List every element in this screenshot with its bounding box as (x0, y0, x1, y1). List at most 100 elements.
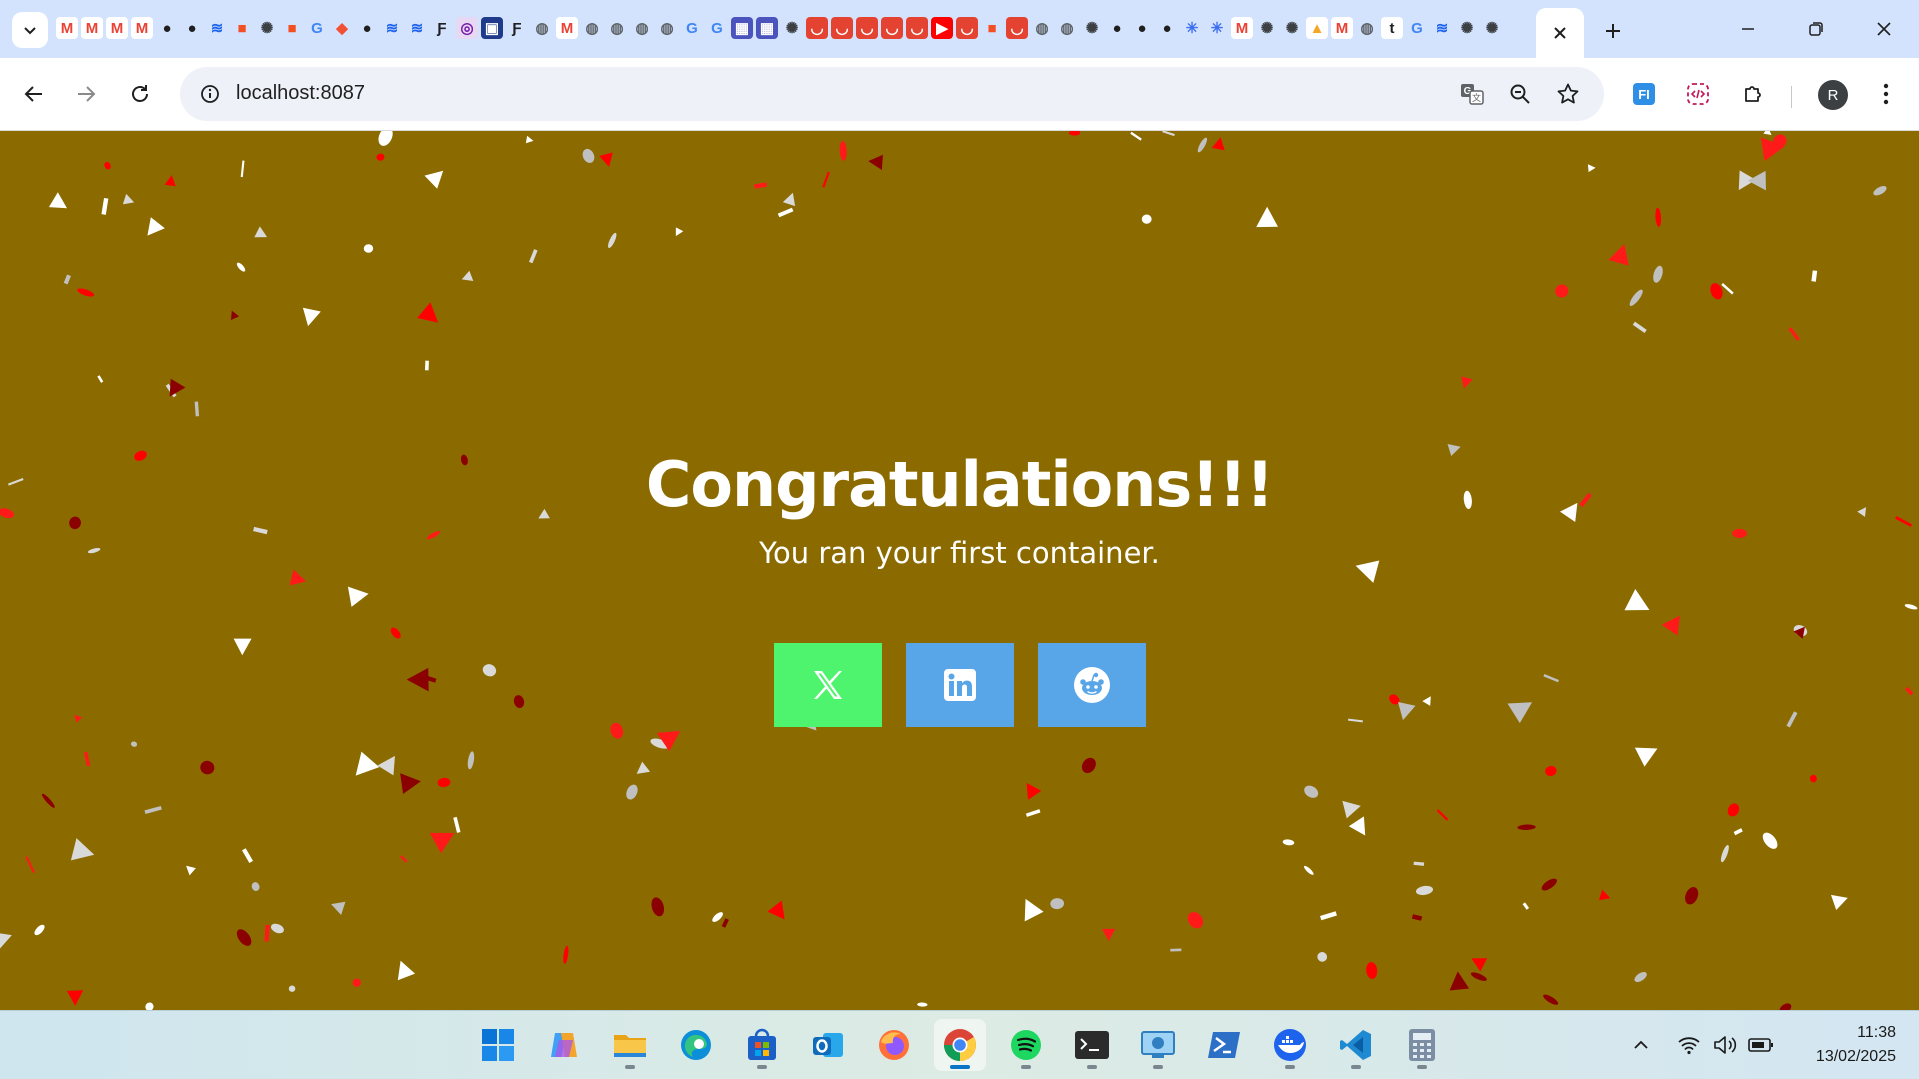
gmail-favicon-icon[interactable]: M (106, 17, 128, 39)
google-favicon-icon[interactable]: G (681, 17, 703, 39)
gmail-favicon-icon[interactable]: M (56, 17, 78, 39)
spotify-app[interactable] (1000, 1019, 1052, 1071)
docker-favicon-icon[interactable]: ≋ (1431, 17, 1453, 39)
browser-menu-button[interactable] (1866, 74, 1906, 114)
gmail-favicon-icon[interactable]: M (131, 17, 153, 39)
docker-favicon-icon[interactable]: ≋ (381, 17, 403, 39)
start-button[interactable] (472, 1019, 524, 1071)
github-favicon-icon[interactable]: ● (1106, 17, 1128, 39)
back-button[interactable] (12, 72, 56, 116)
file-explorer-app[interactable] (604, 1019, 656, 1071)
address-bar[interactable]: localhost:8087 G文 (180, 67, 1604, 121)
github-favicon-icon[interactable]: ● (1156, 17, 1178, 39)
restore-button[interactable] (1786, 8, 1846, 50)
openai-favicon-icon[interactable]: ✺ (256, 17, 278, 39)
openai-favicon-icon[interactable]: ✺ (1256, 17, 1278, 39)
photo-favicon-icon[interactable]: ▲ (1306, 17, 1328, 39)
todoist-favicon-icon[interactable]: ◡ (806, 17, 828, 39)
share-reddit-button[interactable] (1038, 643, 1146, 727)
todoist-favicon-icon[interactable]: ◡ (831, 17, 853, 39)
share-x-button[interactable] (774, 643, 882, 727)
profile-avatar[interactable]: R (1818, 80, 1848, 110)
tumblr-favicon-icon[interactable]: t (1381, 17, 1403, 39)
github-favicon-icon[interactable]: ● (1131, 17, 1153, 39)
globe-favicon-icon[interactable]: ◍ (606, 17, 628, 39)
todoist-favicon-icon[interactable]: ◡ (856, 17, 878, 39)
site-info-button[interactable] (192, 76, 228, 112)
openai-favicon-icon[interactable]: ✺ (1281, 17, 1303, 39)
microsoft-favicon-icon[interactable]: ■ (981, 17, 1003, 39)
openai-favicon-icon[interactable]: ✺ (1481, 17, 1503, 39)
todoist-favicon-icon[interactable]: ◡ (956, 17, 978, 39)
remote-desktop-app[interactable] (1132, 1019, 1184, 1071)
fandom-favicon-icon[interactable]: Ƒ (506, 17, 528, 39)
window-close-button[interactable] (1854, 8, 1914, 50)
forward-button[interactable] (64, 72, 108, 116)
bookmark-star-button[interactable] (1548, 74, 1588, 114)
todoist-favicon-icon[interactable]: ◡ (881, 17, 903, 39)
powershell-app[interactable] (1198, 1019, 1250, 1071)
docker-favicon-icon[interactable]: ≋ (406, 17, 428, 39)
docker-desktop-app[interactable] (1264, 1019, 1316, 1071)
globe-favicon-icon[interactable]: ◍ (581, 17, 603, 39)
active-tab[interactable] (1536, 8, 1584, 58)
spark-favicon-icon[interactable]: ✳ (1206, 17, 1228, 39)
todoist-favicon-icon[interactable]: ◡ (1006, 17, 1028, 39)
google-favicon-icon[interactable]: G (306, 17, 328, 39)
gmail-favicon-icon[interactable]: M (1231, 17, 1253, 39)
docker-favicon-icon[interactable]: ≋ (206, 17, 228, 39)
globe-favicon-icon[interactable]: ◍ (656, 17, 678, 39)
edge-app[interactable] (670, 1019, 722, 1071)
firefox-app[interactable] (868, 1019, 920, 1071)
url-text[interactable]: localhost:8087 (236, 82, 365, 105)
show-hidden-icons-button[interactable] (1626, 1029, 1656, 1061)
teams-favicon-icon[interactable]: ▦ (756, 17, 778, 39)
openai-favicon-icon[interactable]: ✺ (1081, 17, 1103, 39)
clock[interactable]: 11:38 13/02/2025 (1786, 1021, 1896, 1069)
extension-code-button[interactable] (1678, 74, 1718, 114)
close-icon[interactable] (1553, 26, 1567, 40)
zoom-button[interactable] (1500, 74, 1540, 114)
globe-favicon-icon[interactable]: ◍ (1056, 17, 1078, 39)
globe-favicon-icon[interactable]: ◍ (1356, 17, 1378, 39)
minimize-button[interactable] (1718, 8, 1778, 50)
extensions-button[interactable] (1734, 74, 1774, 114)
gmail-favicon-icon[interactable]: M (81, 17, 103, 39)
github-favicon-icon[interactable]: ● (156, 17, 178, 39)
extension-fi-button[interactable]: FI (1624, 74, 1664, 114)
volume-status[interactable] (1708, 1029, 1742, 1061)
wifi-status[interactable] (1672, 1029, 1706, 1061)
terminal-app[interactable] (1066, 1019, 1118, 1071)
todoist-favicon-icon[interactable]: ◡ (906, 17, 928, 39)
translate-button[interactable]: G文 (1452, 74, 1492, 114)
openai-favicon-icon[interactable]: ✺ (781, 17, 803, 39)
google-favicon-icon[interactable]: G (1406, 17, 1428, 39)
google-favicon-icon[interactable]: G (706, 17, 728, 39)
copilot-app[interactable] (538, 1019, 590, 1071)
wordmark-favicon-icon[interactable]: ▣ (481, 17, 503, 39)
share-linkedin-button[interactable] (906, 643, 1014, 727)
git-favicon-icon[interactable]: ◆ (331, 17, 353, 39)
openai-favicon-icon[interactable]: ✺ (1456, 17, 1478, 39)
chrome-app[interactable] (934, 1019, 986, 1071)
youtube-favicon-icon[interactable]: ▶ (931, 17, 953, 39)
outlook-app[interactable] (802, 1019, 854, 1071)
onenote-favicon-icon[interactable]: ◎ (456, 17, 478, 39)
vscode-app[interactable] (1330, 1019, 1382, 1071)
new-tab-button[interactable] (1596, 14, 1630, 48)
teams-favicon-icon[interactable]: ▦ (731, 17, 753, 39)
github-favicon-icon[interactable]: ● (356, 17, 378, 39)
microsoft-store-app[interactable] (736, 1019, 788, 1071)
tab-search-button[interactable] (12, 12, 48, 48)
fandom-favicon-icon[interactable]: Ƒ (431, 17, 453, 39)
globe-favicon-icon[interactable]: ◍ (1031, 17, 1053, 39)
microsoft-favicon-icon[interactable]: ■ (281, 17, 303, 39)
globe-favicon-icon[interactable]: ◍ (531, 17, 553, 39)
spark-favicon-icon[interactable]: ✳ (1181, 17, 1203, 39)
github-favicon-icon[interactable]: ● (181, 17, 203, 39)
globe-favicon-icon[interactable]: ◍ (631, 17, 653, 39)
gmail-favicon-icon[interactable]: M (556, 17, 578, 39)
battery-status[interactable] (1744, 1029, 1778, 1061)
gmail-favicon-icon[interactable]: M (1331, 17, 1353, 39)
calculator-app[interactable] (1396, 1019, 1448, 1071)
